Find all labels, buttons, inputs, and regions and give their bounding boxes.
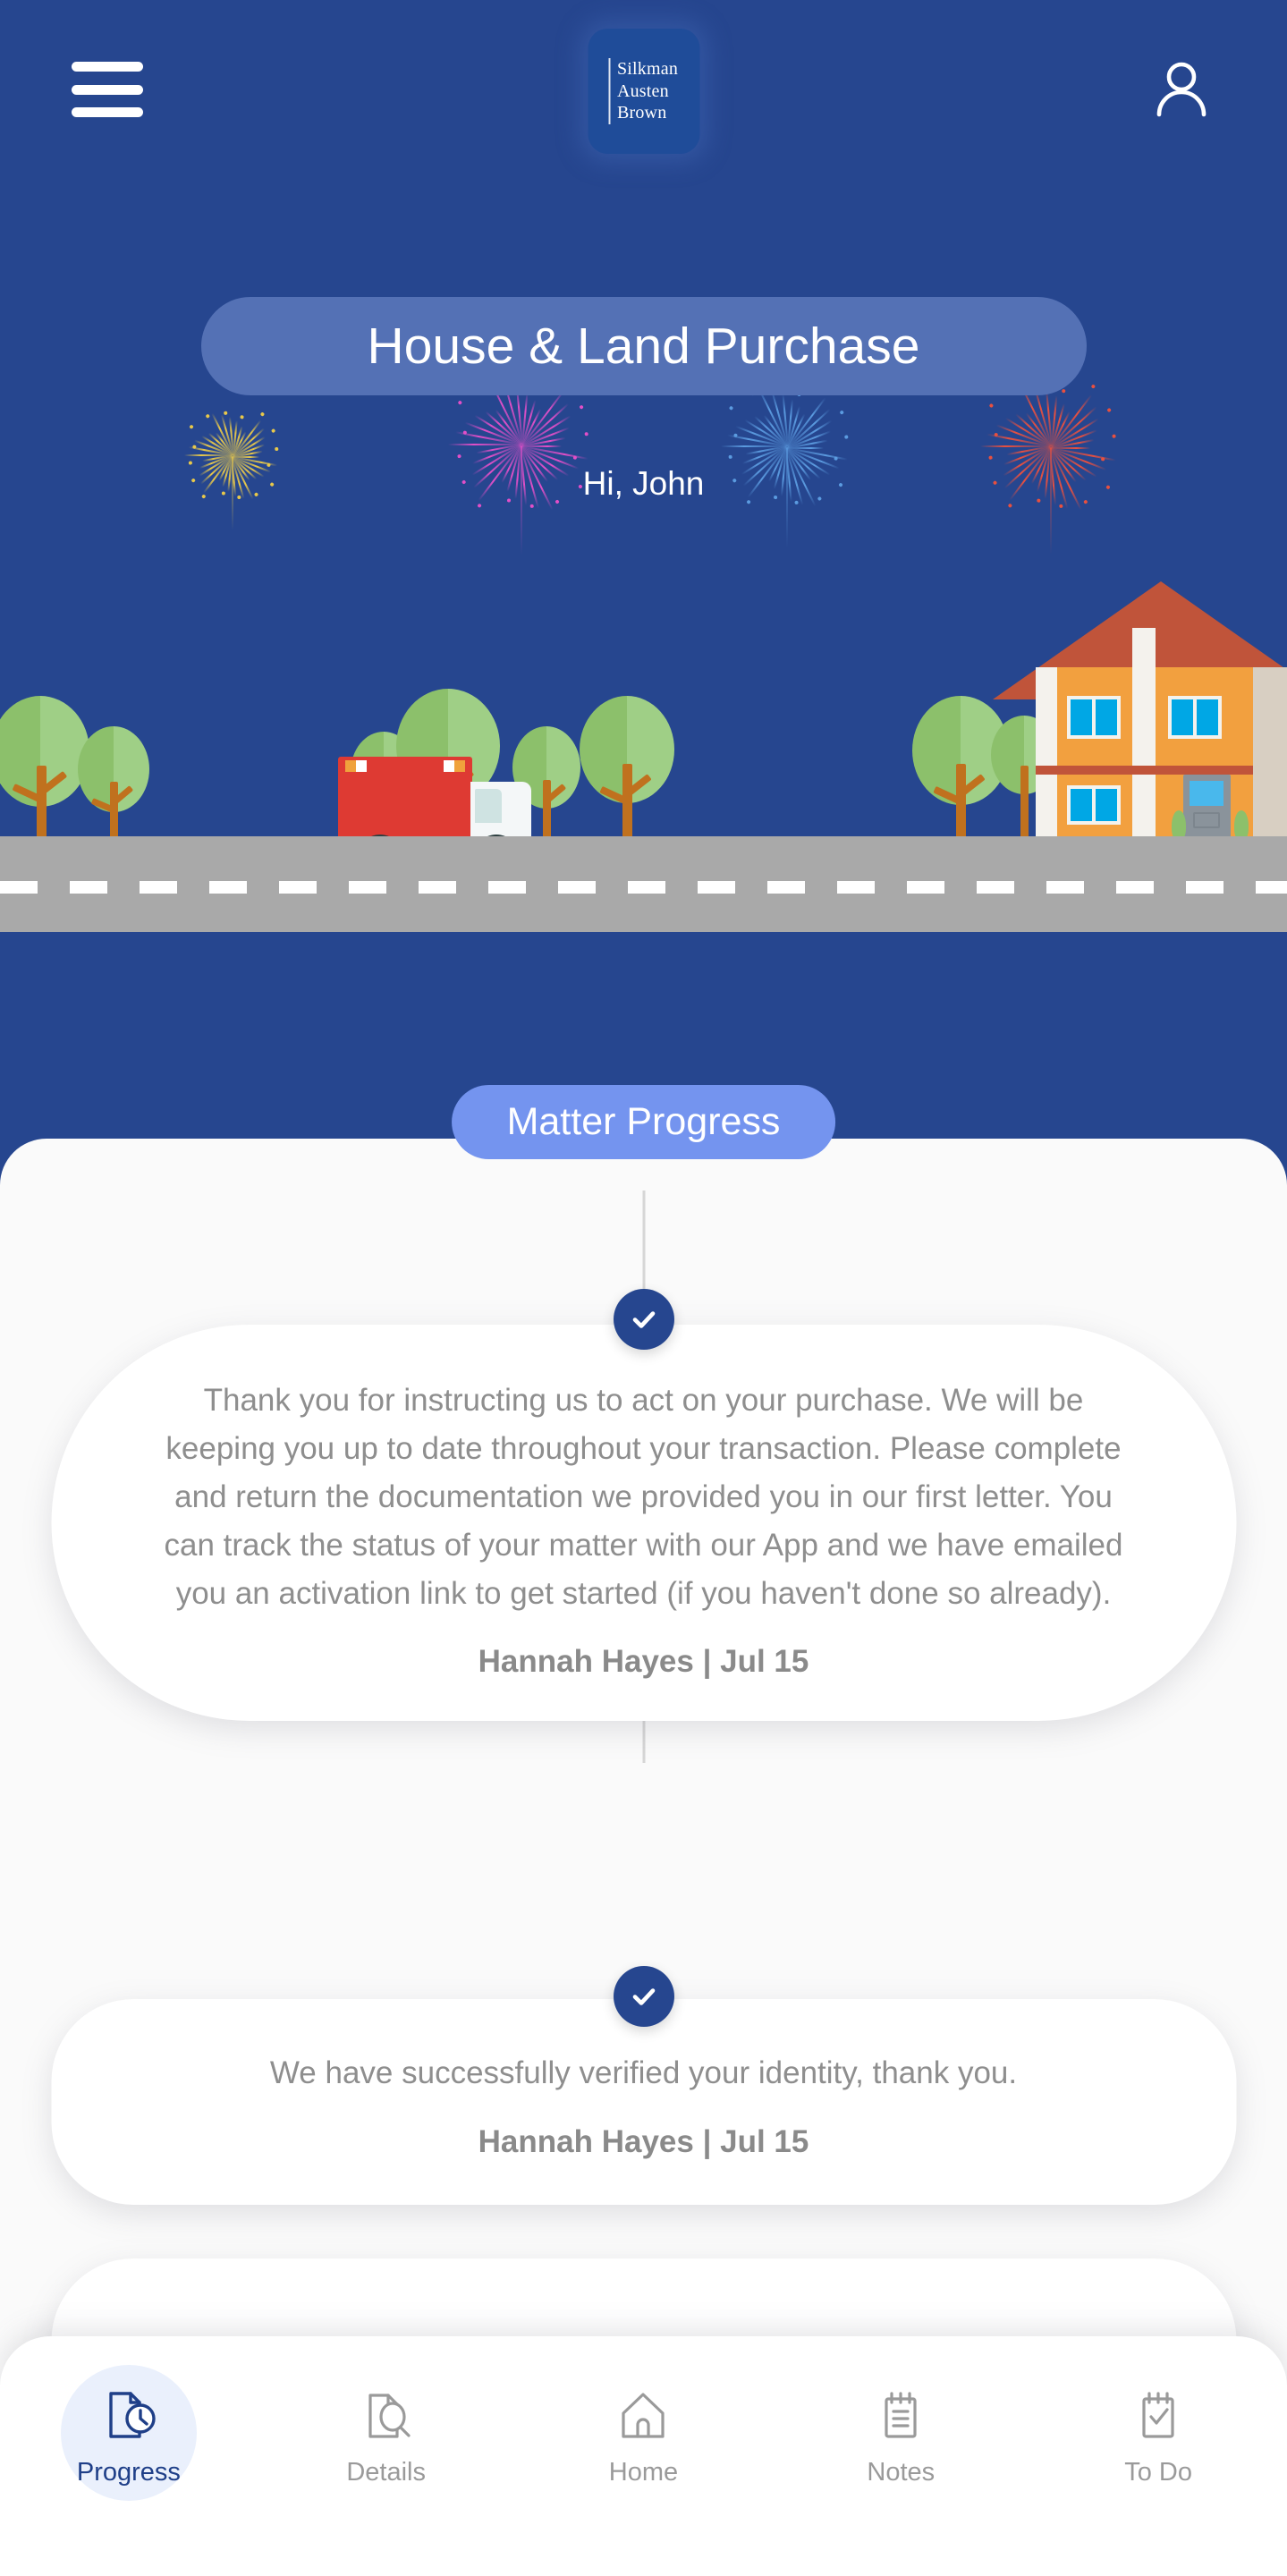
nav-label: Progress xyxy=(76,2458,181,2487)
tree xyxy=(580,696,674,841)
nav-item-progress[interactable]: Progress xyxy=(41,2365,216,2501)
road-dashes xyxy=(0,881,1287,894)
nav-label: Details xyxy=(346,2458,427,2487)
document-clock-icon xyxy=(100,2386,157,2444)
notepad-lines-icon xyxy=(872,2386,929,2444)
tree xyxy=(0,696,89,841)
nav-item-notes[interactable]: Notes xyxy=(813,2367,988,2487)
nav-label: To Do xyxy=(1124,2458,1192,2487)
window xyxy=(1067,785,1121,825)
logo-line-1: Silkman xyxy=(616,59,679,80)
logo-rule xyxy=(608,58,611,124)
progress-entry-signature: Hannah Hayes | Jul 15 xyxy=(478,1644,809,1680)
user-account-icon[interactable] xyxy=(1147,55,1215,123)
notepad-check-icon xyxy=(1130,2386,1187,2444)
progress-entry-card[interactable]: Thank you for instructing us to act on y… xyxy=(51,1325,1236,1722)
road xyxy=(0,836,1287,932)
house-illustration xyxy=(993,581,1287,841)
progress-entry-card[interactable]: We have successfully verified your ident… xyxy=(51,1999,1236,2205)
nav-item-todo[interactable]: To Do xyxy=(1071,2367,1246,2487)
logo-line-2: Austen xyxy=(616,80,669,101)
tree xyxy=(78,726,149,841)
timeline-connector xyxy=(642,1191,645,1289)
firework-red xyxy=(979,376,1122,555)
hamburger-menu-icon[interactable] xyxy=(72,62,143,117)
nav-item-home[interactable]: Home xyxy=(555,2367,731,2487)
status-check-icon xyxy=(613,1966,674,2027)
nav-label: Home xyxy=(608,2458,679,2487)
greeting-text: Hi, John xyxy=(582,465,705,502)
matter-title-pill: House & Land Purchase xyxy=(200,297,1087,395)
firework-blue xyxy=(720,380,854,548)
progress-entry-body: Thank you for instructing us to act on y… xyxy=(164,1383,1123,1611)
nav-label: Notes xyxy=(867,2458,936,2487)
window xyxy=(1168,696,1222,739)
brand-logo[interactable]: Silkman Austen Brown xyxy=(588,29,699,154)
document-search-icon xyxy=(358,2386,415,2444)
window xyxy=(1067,696,1121,739)
house-icon xyxy=(614,2386,672,2444)
matter-progress-label: Matter Progress xyxy=(506,1100,781,1143)
page-title: House & Land Purchase xyxy=(367,318,920,375)
matter-progress-header: Matter Progress xyxy=(451,1085,836,1159)
bottom-navigation: Progress Details Home Notes To Do xyxy=(0,2336,1287,2576)
nav-item-details[interactable]: Details xyxy=(299,2367,474,2487)
status-check-icon xyxy=(613,1289,674,1350)
progress-entry-signature: Hannah Hayes | Jul 15 xyxy=(478,2123,809,2159)
firework-yellow xyxy=(183,407,282,530)
logo-line-3: Brown xyxy=(616,103,667,123)
app-header: Silkman Austen Brown xyxy=(0,0,1287,179)
progress-entry-body: We have successfully verified your ident… xyxy=(269,2055,1018,2090)
